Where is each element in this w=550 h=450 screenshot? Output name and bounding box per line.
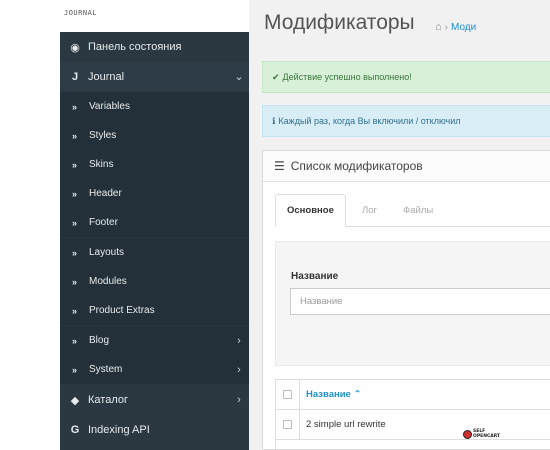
sidebar-item-skins[interactable]: » Skins — [60, 150, 249, 179]
filter-box: Название — [275, 241, 550, 366]
sidebar-item-label: Modules — [89, 276, 127, 287]
sidebar-item-footer[interactable]: » Footer — [60, 208, 249, 237]
sidebar-item-label: Variables — [89, 101, 130, 112]
home-icon[interactable]: ⌂ — [435, 21, 442, 33]
page-title: Модификаторы — [264, 11, 415, 34]
double-chevron-icon: » — [71, 305, 77, 316]
sidebar-item-indexing-api[interactable]: G Indexing API — [60, 415, 249, 445]
filter-name-label: Название — [291, 271, 339, 282]
tabs: Основное Лог Файлы — [275, 194, 550, 227]
watermark-line2: OPENCART — [473, 434, 501, 439]
sidebar-item-label: Header — [89, 188, 122, 199]
sidebar-item-label: Footer — [89, 217, 118, 228]
table-row: 2 simple url rewrite — [276, 410, 550, 440]
row-name: 2 simple url rewrite — [306, 419, 386, 430]
sidebar: JOURNAL ◉ Панель состояния J Journal ⌄ »… — [60, 0, 249, 450]
double-chevron-icon: » — [71, 101, 77, 112]
panel-heading: ☰ Список модификаторов — [263, 151, 550, 182]
double-chevron-icon: » — [71, 217, 77, 228]
info-alert-text: Каждый раз, когда Вы включили / отключил — [278, 116, 461, 126]
check-circle-icon: ✔ — [272, 71, 280, 82]
chevron-right-icon: › — [237, 394, 241, 406]
panel-title: Список модификаторов — [290, 159, 423, 173]
chevron-down-icon: ⌄ — [234, 71, 244, 83]
sidebar-item-label: Skins — [89, 159, 114, 170]
double-chevron-icon: » — [71, 247, 77, 258]
select-all-cell — [276, 380, 300, 409]
tab-files[interactable]: Файлы — [392, 194, 444, 227]
sidebar-item-styles[interactable]: » Styles — [60, 121, 249, 150]
sidebar-item-label: Journal — [88, 70, 125, 83]
sort-by-name-link[interactable]: Название ⌃ — [300, 389, 361, 400]
list-icon: ☰ — [274, 159, 285, 173]
tab-log[interactable]: Лог — [351, 194, 388, 227]
logo-area: JOURNAL — [60, 0, 249, 32]
logo[interactable]: JOURNAL — [64, 9, 97, 17]
sidebar-item-catalog[interactable]: ◆ Каталог › — [60, 385, 249, 415]
chevron-right-icon: › — [237, 334, 241, 347]
tag-icon: ◆ — [70, 394, 80, 407]
double-chevron-icon: » — [71, 276, 77, 287]
sidebar-item-label: Product Extras — [89, 305, 155, 316]
sidebar-item-dashboard[interactable]: ◉ Панель состояния — [60, 32, 249, 62]
sidebar-item-label: Indexing API — [88, 424, 150, 436]
sidebar-item-system[interactable]: » System › — [60, 355, 249, 384]
journal-icon: J — [71, 70, 79, 83]
breadcrumb-separator: › — [444, 22, 448, 33]
sidebar-item-label: Каталог — [88, 394, 128, 406]
double-chevron-icon: » — [71, 130, 77, 141]
google-icon: G — [70, 424, 80, 436]
double-chevron-icon: » — [71, 188, 77, 199]
row-checkbox-cell — [276, 410, 300, 439]
row-checkbox[interactable] — [283, 420, 292, 429]
info-circle-icon: ℹ — [272, 115, 276, 126]
sidebar-item-layouts[interactable]: » Layouts — [60, 238, 249, 267]
info-alert: ℹ Каждый раз, когда Вы включили / отключ… — [262, 105, 550, 137]
double-chevron-icon: » — [71, 364, 77, 375]
double-chevron-icon: » — [71, 159, 77, 170]
sidebar-item-modules[interactable]: » Modules — [60, 267, 249, 296]
breadcrumb: ⌂ › Моди — [435, 21, 476, 33]
filter-name-input[interactable] — [290, 288, 550, 315]
watermark-logo-icon — [463, 429, 472, 439]
success-alert: ✔ Действие успешно выполнено! — [262, 61, 550, 93]
chevron-right-icon: › — [237, 363, 241, 376]
dashboard-icon: ◉ — [70, 41, 80, 54]
breadcrumb-current[interactable]: Моди — [451, 22, 476, 33]
modifiers-table: Название ⌃ 2 simple url rewrite — [275, 379, 550, 450]
column-header-name: Название — [306, 389, 351, 400]
sort-asc-icon: ⌃ — [353, 389, 362, 400]
sidebar-item-header[interactable]: » Header — [60, 179, 249, 208]
select-all-checkbox[interactable] — [283, 390, 292, 399]
main-content: Модификаторы ⌂ › Моди ✔ Действие успешно в… — [249, 0, 550, 450]
sidebar-item-label: Blog — [89, 335, 110, 346]
sidebar-item-label: System — [89, 364, 123, 375]
table-header-row: Название ⌃ — [276, 380, 550, 410]
sidebar-item-journal[interactable]: J Journal ⌄ — [60, 62, 249, 91]
double-chevron-icon: » — [71, 335, 77, 346]
sidebar-item-label: Layouts — [89, 247, 125, 258]
sidebar-item-label: Styles — [89, 130, 117, 141]
sidebar-item-blog[interactable]: » Blog › — [60, 326, 249, 355]
sidebar-item-product-extras[interactable]: » Product Extras — [60, 296, 249, 325]
sidebar-item-label: Панель состояния — [88, 41, 182, 53]
modifiers-panel: ☰ Список модификаторов Основное Лог Файл… — [262, 150, 550, 450]
watermark-text: SELF OPENCART — [473, 429, 500, 439]
watermark: SELF OPENCART — [463, 429, 500, 439]
success-alert-text: Действие успешно выполнено! — [282, 72, 412, 82]
sidebar-item-variables[interactable]: » Variables — [60, 92, 249, 121]
tab-general[interactable]: Основное — [275, 194, 346, 227]
